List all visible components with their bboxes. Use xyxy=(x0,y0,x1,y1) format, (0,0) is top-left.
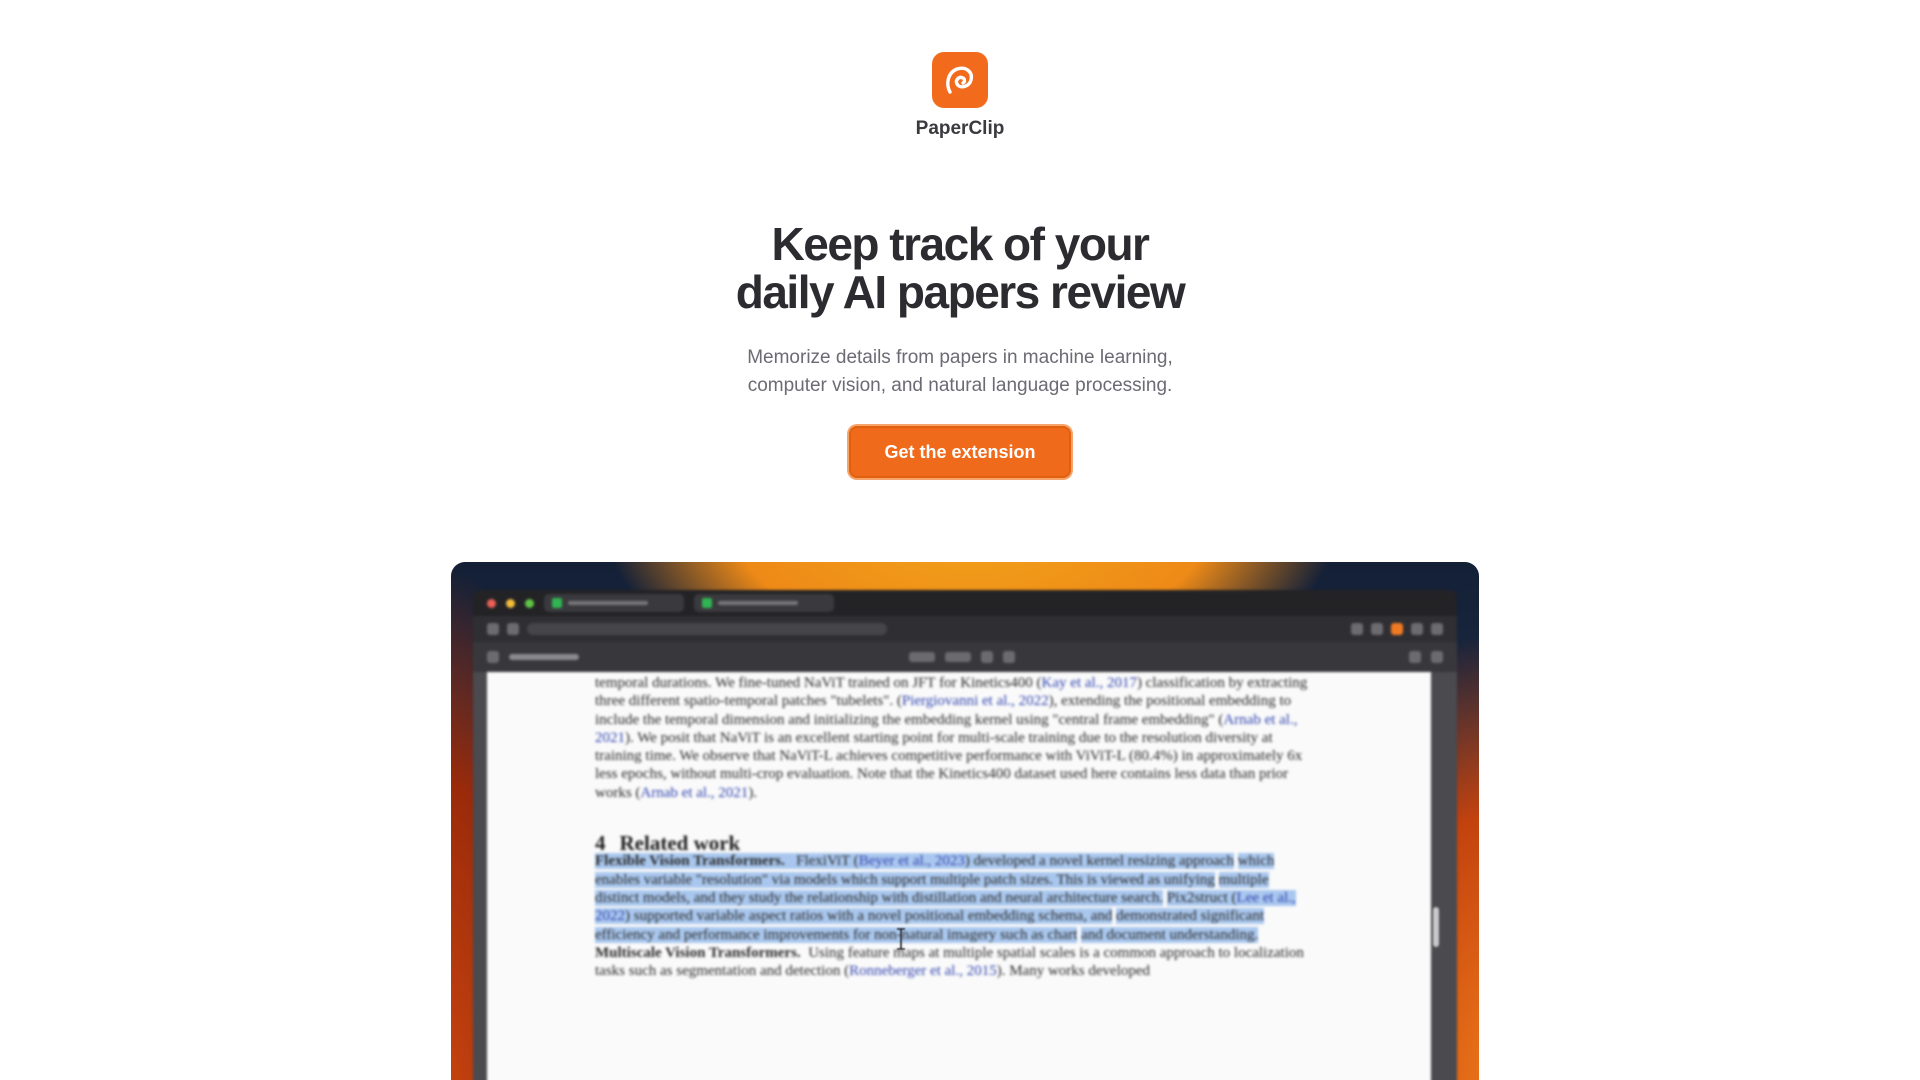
paperclip-glyph-icon xyxy=(946,66,974,94)
download-icon xyxy=(1409,651,1421,663)
forward-icon xyxy=(507,623,519,635)
landing-page: PaperClip Keep track of your daily AI pa… xyxy=(0,0,1920,1080)
tab-title-placeholder xyxy=(568,601,648,605)
citation-link: Beyer et al., 2023 xyxy=(858,853,965,870)
extension-icon xyxy=(1411,623,1423,635)
url-field xyxy=(527,623,887,635)
menu-icon xyxy=(1431,623,1443,635)
hero-subtitle-line-1: Memorize details from papers in machine … xyxy=(747,347,1173,368)
page-number-placeholder xyxy=(909,652,935,662)
minimize-dot-icon xyxy=(506,598,515,608)
citation-link: Arnab et al., 2021 xyxy=(640,784,749,801)
text-cursor-icon xyxy=(897,928,905,950)
paperclip-extension-icon xyxy=(1391,623,1403,635)
back-icon xyxy=(487,623,499,635)
zoom-placeholder xyxy=(945,652,971,662)
hero-subtitle-line-2: computer vision, and natural language pr… xyxy=(747,375,1173,396)
tab-favicon-icon xyxy=(702,598,712,608)
print-icon xyxy=(1431,651,1443,663)
close-dot-icon xyxy=(487,598,496,608)
fit-page-icon xyxy=(981,651,993,663)
paper-content: temporal durations. We fine-tuned NaViT … xyxy=(595,674,1313,980)
paperclip-logo-icon[interactable] xyxy=(932,52,988,108)
hero-title: Keep track of your daily AI papers revie… xyxy=(735,218,1186,318)
sidebar-icon xyxy=(487,651,499,663)
pdf-toolbar xyxy=(473,642,1457,672)
hero-subtitle: Memorize details from papers in machine … xyxy=(747,344,1173,400)
tab-favicon-icon xyxy=(552,598,562,608)
browser-tab xyxy=(544,594,684,612)
extension-icon xyxy=(1351,623,1363,635)
pdf-title-placeholder xyxy=(509,654,579,660)
tab-title-placeholder xyxy=(718,601,798,605)
hero-title-line-2: daily AI papers review xyxy=(735,266,1186,318)
section-heading: 4 Related work xyxy=(595,831,741,856)
get-extension-button[interactable]: Get the extension xyxy=(849,426,1071,478)
rotate-icon xyxy=(1003,651,1015,663)
hero-title-line-1: Keep track of your xyxy=(771,218,1150,270)
hero-section: Keep track of your daily AI papers revie… xyxy=(0,220,1920,478)
brand-name: PaperClip xyxy=(915,118,1005,139)
extension-icon xyxy=(1371,623,1383,635)
brand-header: PaperClip xyxy=(0,52,1920,140)
pdf-page-controls xyxy=(909,651,1015,663)
browser-tab-bar xyxy=(473,590,1457,616)
browser-address-bar xyxy=(473,616,1457,642)
browser-tab xyxy=(694,594,834,612)
citation-link: Kay et al., 2017 xyxy=(1041,675,1137,691)
citation-link: Piergiovanni et al., 2022 xyxy=(901,693,1049,710)
maximize-dot-icon xyxy=(525,598,534,608)
paper-paragraph: temporal durations. We fine-tuned NaViT … xyxy=(595,675,1308,801)
citation-link: Ronneberger et al., 2015 xyxy=(849,963,997,980)
highlighted-paragraph[interactable]: Flexible Vision Transformers. FlexiViT (… xyxy=(595,852,1313,943)
paper-paragraph: Multiscale Vision Transformers. Using fe… xyxy=(595,944,1304,980)
pdf-scrollbar[interactable] xyxy=(1433,907,1439,947)
